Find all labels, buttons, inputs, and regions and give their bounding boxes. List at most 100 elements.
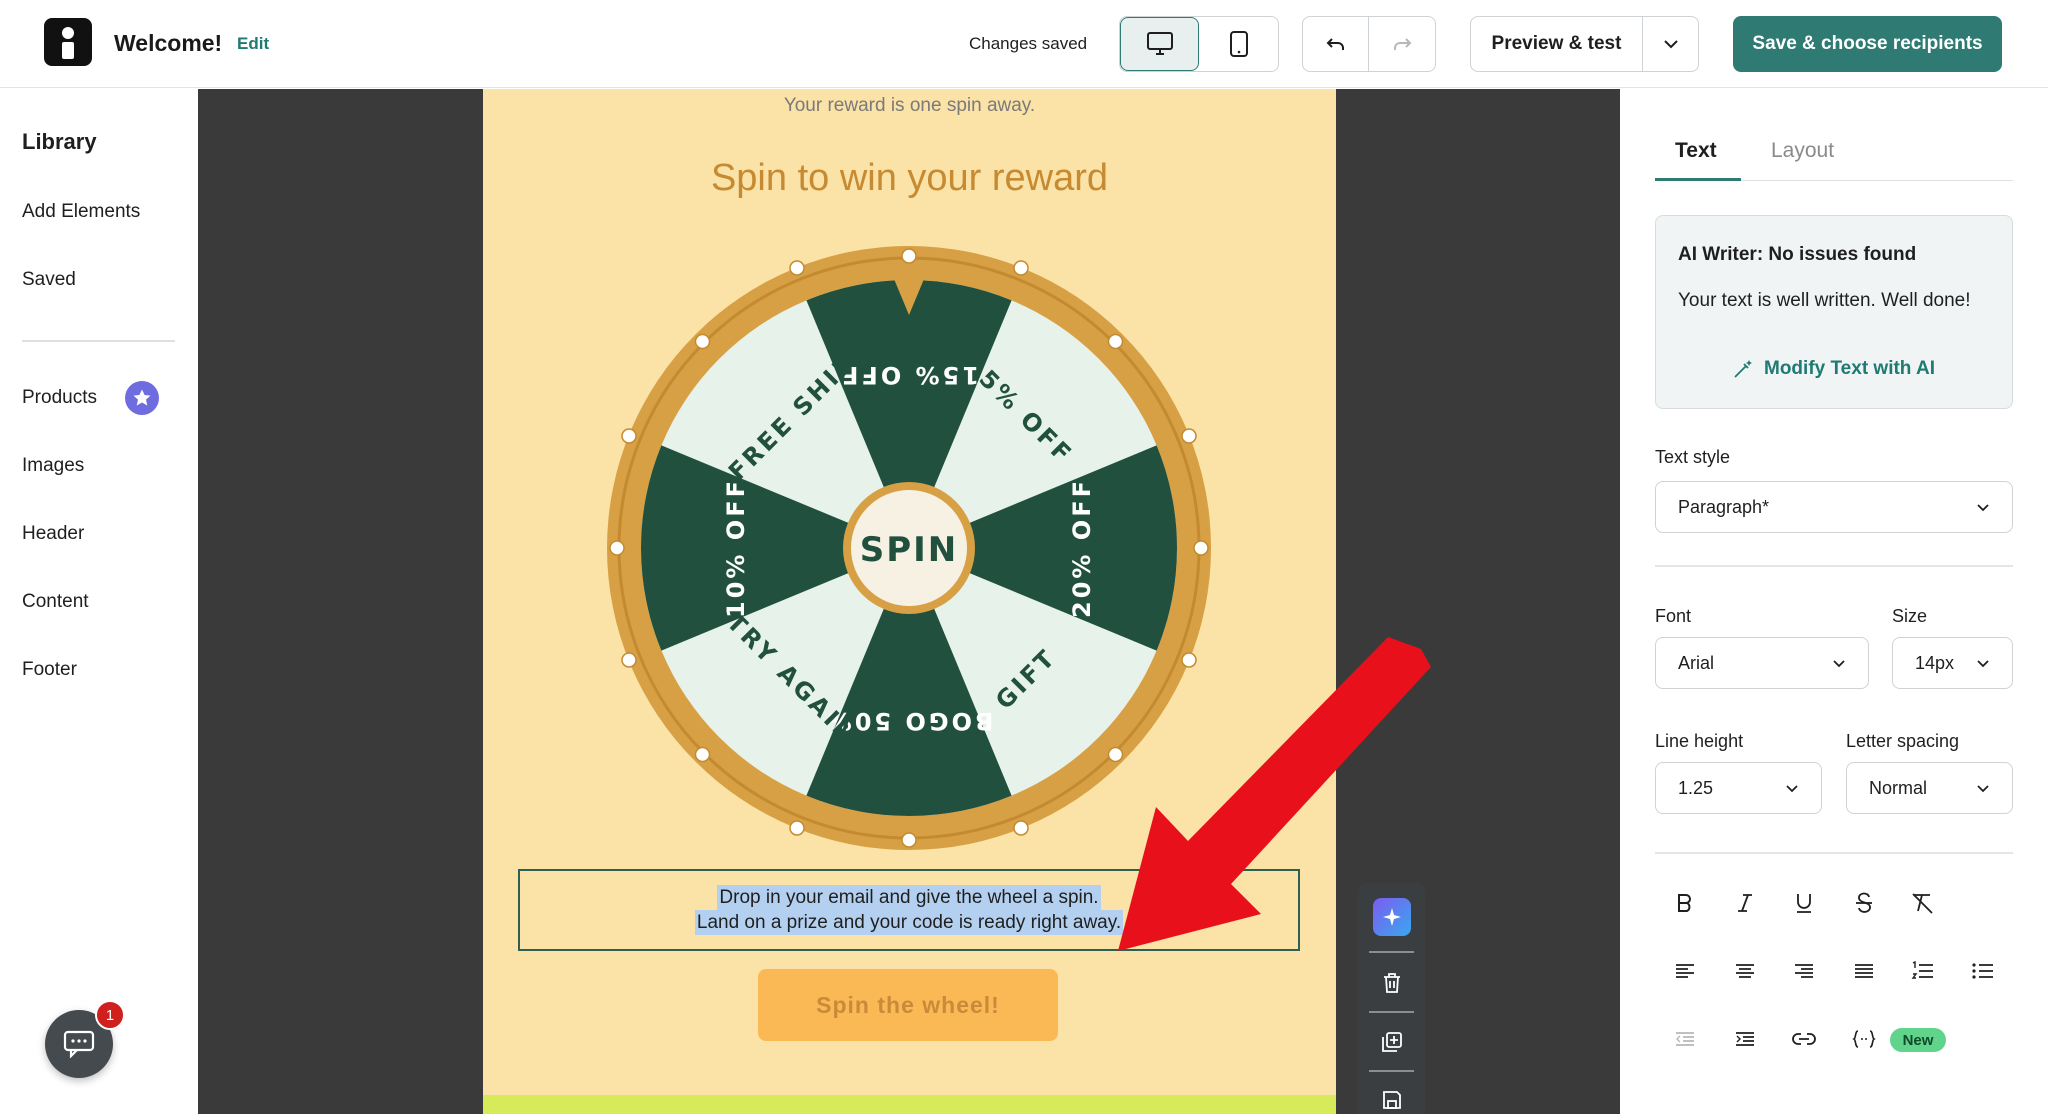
align-justify-icon bbox=[1855, 964, 1873, 978]
library-item-add-elements[interactable]: Add Elements bbox=[22, 201, 140, 223]
library-item-header[interactable]: Header bbox=[22, 523, 84, 545]
merge-tag-icon bbox=[1852, 1030, 1876, 1048]
chevron-down-icon bbox=[1663, 40, 1678, 49]
library-divider bbox=[22, 340, 175, 342]
ai-assist-button[interactable] bbox=[1358, 889, 1425, 945]
duplicate-icon bbox=[1381, 1032, 1402, 1052]
ai-writer-title: AI Writer: No issues found bbox=[1678, 244, 1917, 265]
text-style-value: Paragraph* bbox=[1678, 496, 1770, 517]
library-title: Library bbox=[22, 129, 97, 154]
reward-subtitle[interactable]: Your reward is one spin away. bbox=[483, 95, 1336, 117]
panel-tabs: Text Layout bbox=[1655, 89, 2013, 181]
bold-icon bbox=[1678, 894, 1691, 912]
library-sidebar: Library Add Elements Saved Products Imag… bbox=[0, 89, 198, 1114]
ordered-list-icon bbox=[1911, 961, 1933, 979]
delete-block-button[interactable] bbox=[1358, 955, 1425, 1011]
indent-icon bbox=[1736, 1032, 1754, 1046]
tab-layout[interactable]: Layout bbox=[1771, 139, 1834, 163]
align-center-icon bbox=[1736, 964, 1754, 978]
body-text-line-1[interactable]: Drop in your email and give the wheel a … bbox=[717, 885, 1101, 910]
align-center-button[interactable] bbox=[1725, 951, 1765, 991]
letter-spacing-value: Normal bbox=[1869, 777, 1928, 798]
duplicate-block-button[interactable] bbox=[1358, 1014, 1425, 1070]
underline-button[interactable] bbox=[1784, 883, 1824, 923]
library-item-footer[interactable]: Footer bbox=[22, 659, 77, 681]
modify-text-ai-link[interactable]: Modify Text with AI bbox=[1732, 358, 1935, 380]
desktop-view-button[interactable] bbox=[1120, 17, 1200, 71]
align-left-icon bbox=[1676, 964, 1694, 978]
library-item-images[interactable]: Images bbox=[22, 455, 84, 477]
underline-icon bbox=[1797, 894, 1811, 913]
wheel-segment-20-off: 20% OFF bbox=[1068, 478, 1096, 618]
panel-divider bbox=[1655, 565, 2013, 567]
bullet-list-icon bbox=[1972, 963, 1993, 979]
size-select[interactable]: 14px bbox=[1892, 637, 2013, 689]
text-style-select[interactable]: Paragraph* bbox=[1655, 481, 2013, 533]
ai-sparkle-icon bbox=[1372, 898, 1411, 936]
new-feature-badge: New bbox=[1890, 1028, 1946, 1052]
align-right-icon bbox=[1795, 964, 1813, 978]
size-value: 14px bbox=[1915, 652, 1955, 673]
tab-text[interactable]: Text bbox=[1675, 139, 1717, 163]
text-style-label: Text style bbox=[1655, 447, 1731, 467]
indent-button[interactable] bbox=[1725, 1019, 1765, 1059]
size-label: Size bbox=[1892, 606, 1928, 626]
wheel-segment-10-off: 10% OFF bbox=[722, 478, 750, 618]
history-controls bbox=[1302, 16, 1436, 72]
chevron-down-icon bbox=[1977, 784, 1989, 792]
body-text-line-2[interactable]: Land on a prize and your code is ready r… bbox=[694, 910, 1124, 935]
spin-the-wheel-button[interactable]: Spin the wheel! bbox=[758, 969, 1058, 1041]
save-status: Changes saved bbox=[969, 34, 1088, 53]
align-justify-button[interactable] bbox=[1844, 951, 1884, 991]
trash-icon bbox=[1383, 973, 1400, 993]
device-toggle bbox=[1119, 16, 1279, 72]
align-right-button[interactable] bbox=[1784, 951, 1824, 991]
ordered-list-button[interactable] bbox=[1903, 951, 1943, 991]
library-item-content[interactable]: Content bbox=[22, 591, 89, 613]
chat-icon bbox=[63, 1030, 95, 1058]
italic-button[interactable] bbox=[1725, 883, 1765, 923]
undo-button[interactable] bbox=[1303, 17, 1369, 71]
email-body: Your reward is one spin away. Spin to wi… bbox=[483, 89, 1336, 1114]
email-heading[interactable]: Spin to win your reward bbox=[483, 157, 1336, 200]
page-title: Welcome! bbox=[114, 30, 223, 56]
preview-dropdown-button[interactable] bbox=[1643, 17, 1698, 71]
bullet-list-button[interactable] bbox=[1963, 951, 2003, 991]
library-item-products[interactable]: Products bbox=[22, 387, 97, 409]
letter-spacing-select[interactable]: Normal bbox=[1846, 762, 2013, 814]
strikethrough-button[interactable] bbox=[1844, 883, 1884, 923]
app-logo[interactable] bbox=[44, 18, 92, 66]
merge-tag-button[interactable] bbox=[1844, 1019, 1884, 1059]
save-choose-recipients-button[interactable]: Save & choose recipients bbox=[1733, 16, 2002, 72]
italic-icon bbox=[1738, 894, 1752, 912]
clear-format-button[interactable] bbox=[1903, 883, 1943, 923]
line-height-value: 1.25 bbox=[1678, 777, 1714, 798]
line-height-select[interactable]: 1.25 bbox=[1655, 762, 1822, 814]
chevron-down-icon bbox=[1977, 503, 1989, 511]
save-block-button[interactable] bbox=[1358, 1072, 1425, 1114]
align-left-button[interactable] bbox=[1665, 951, 1705, 991]
library-item-saved[interactable]: Saved bbox=[22, 269, 76, 291]
letter-spacing-label: Letter spacing bbox=[1846, 731, 1960, 751]
line-height-label: Line height bbox=[1655, 731, 1744, 751]
chevron-down-icon bbox=[1977, 659, 1989, 667]
preview-test-button[interactable]: Preview & test bbox=[1471, 17, 1643, 71]
block-toolbar bbox=[1358, 883, 1425, 1114]
outdent-button[interactable] bbox=[1665, 1019, 1705, 1059]
font-select[interactable]: Arial bbox=[1655, 637, 1869, 689]
undo-icon bbox=[1326, 38, 1344, 50]
ai-writer-card: AI Writer: No issues found Your text is … bbox=[1655, 215, 2013, 409]
outdent-icon bbox=[1676, 1032, 1694, 1046]
preview-test-control: Preview & test bbox=[1470, 16, 1699, 72]
chevron-down-icon bbox=[1833, 659, 1845, 667]
wheel-segment-15-off: 15% OFF bbox=[839, 361, 979, 389]
clear-format-icon bbox=[1912, 893, 1933, 914]
font-value: Arial bbox=[1678, 652, 1715, 673]
mobile-view-button[interactable] bbox=[1199, 17, 1278, 71]
edit-title-link[interactable]: Edit bbox=[237, 34, 269, 54]
chevron-down-icon bbox=[1786, 784, 1798, 792]
link-button[interactable] bbox=[1784, 1019, 1824, 1059]
redo-button[interactable] bbox=[1369, 17, 1435, 71]
strikethrough-icon bbox=[1856, 892, 1872, 913]
bold-button[interactable] bbox=[1665, 883, 1705, 923]
